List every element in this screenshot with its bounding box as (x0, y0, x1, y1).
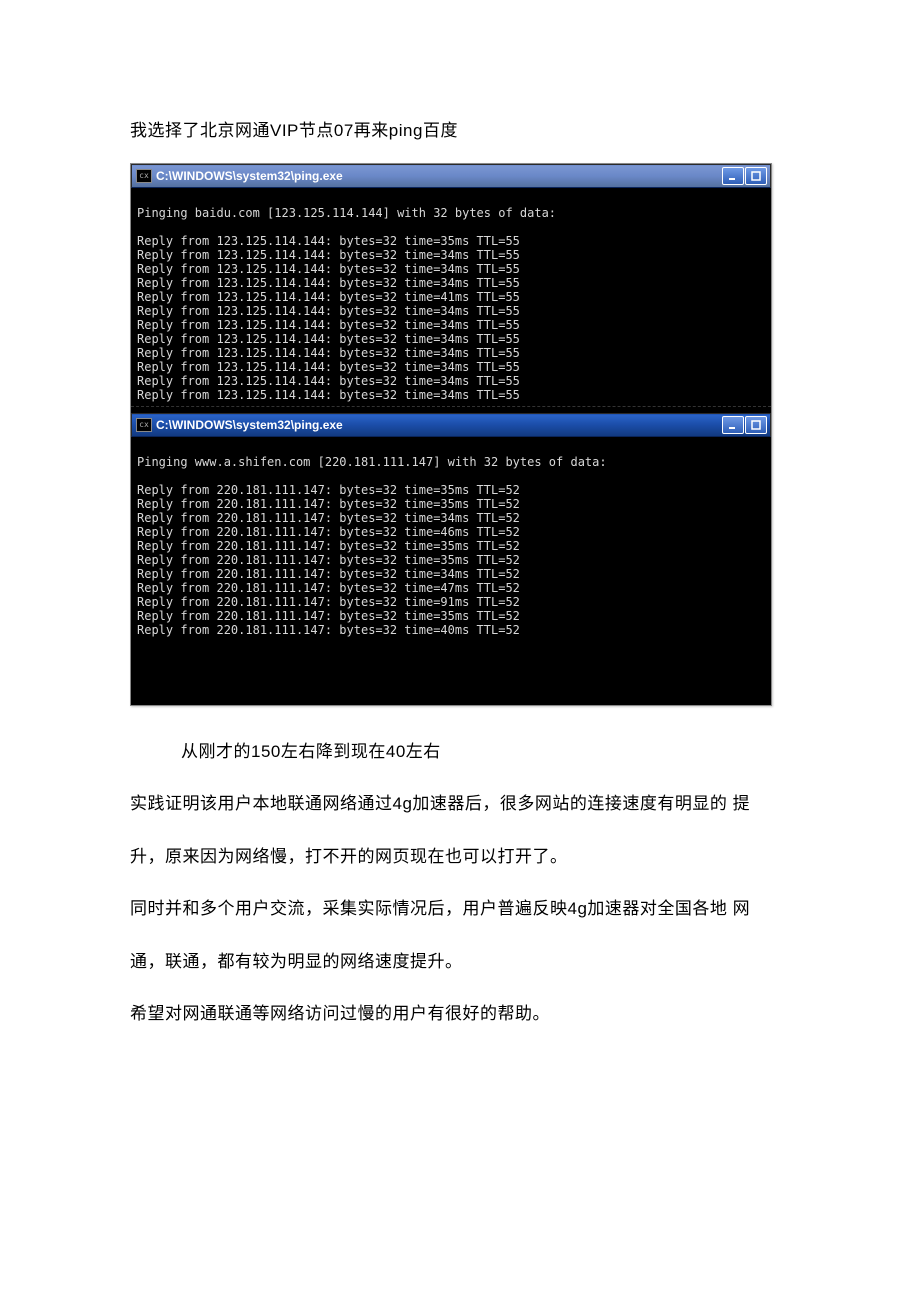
terminal-screenshot: cx C:\WINDOWS\system32\ping.exe Pinging … (130, 163, 772, 706)
maximize-button[interactable] (745, 416, 767, 434)
caption-text: 从刚才的150左右降到现在40左右 (130, 731, 790, 774)
titlebar-left-2: cx C:\WINDOWS\system32\ping.exe (132, 418, 343, 432)
terminal-window-1: cx C:\WINDOWS\system32\ping.exe Pinging … (131, 164, 771, 413)
paragraph-5: 希望对网通联通等网络访问过慢的用户有很好的帮助。 (130, 993, 790, 1036)
cmd-icon: cx (136, 169, 152, 183)
maximize-button[interactable] (745, 167, 767, 185)
cmd-icon: cx (136, 418, 152, 432)
titlebar-2: cx C:\WINDOWS\system32\ping.exe (131, 413, 771, 437)
window-controls-2 (722, 416, 770, 434)
window-controls-1 (722, 167, 770, 185)
document-page: 我选择了北京网通VIP节点07再来ping百度 cx C:\WINDOWS\sy… (0, 0, 920, 1106)
terminal-output-1: Pinging baidu.com [123.125.114.144] with… (131, 188, 771, 406)
titlebar-left-1: cx C:\WINDOWS\system32\ping.exe (132, 169, 343, 183)
clipped-line (131, 406, 771, 413)
paragraph-2: 升，原来因为网络慢，打不开的网页现在也可以打开了。 (130, 836, 790, 879)
window-title-1: C:\WINDOWS\system32\ping.exe (156, 169, 343, 183)
window-title-2: C:\WINDOWS\system32\ping.exe (156, 418, 343, 432)
minimize-button[interactable] (722, 416, 744, 434)
titlebar-1: cx C:\WINDOWS\system32\ping.exe (131, 164, 771, 188)
paragraph-3: 同时并和多个用户交流，采集实际情况后，用户普遍反映4g加速器对全国各地 网 (130, 888, 790, 931)
terminal-window-2: cx C:\WINDOWS\system32\ping.exe Pinging … (131, 413, 771, 705)
minimize-button[interactable] (722, 167, 744, 185)
terminal-output-2: Pinging www.a.shifen.com [220.181.111.14… (131, 437, 771, 705)
paragraph-4: 通，联通，都有较为明显的网络速度提升。 (130, 941, 790, 984)
paragraph-1: 实践证明该用户本地联通网络通过4g加速器后，很多网站的连接速度有明显的 提 (130, 783, 790, 826)
intro-text: 我选择了北京网通VIP节点07再来ping百度 (130, 110, 790, 153)
